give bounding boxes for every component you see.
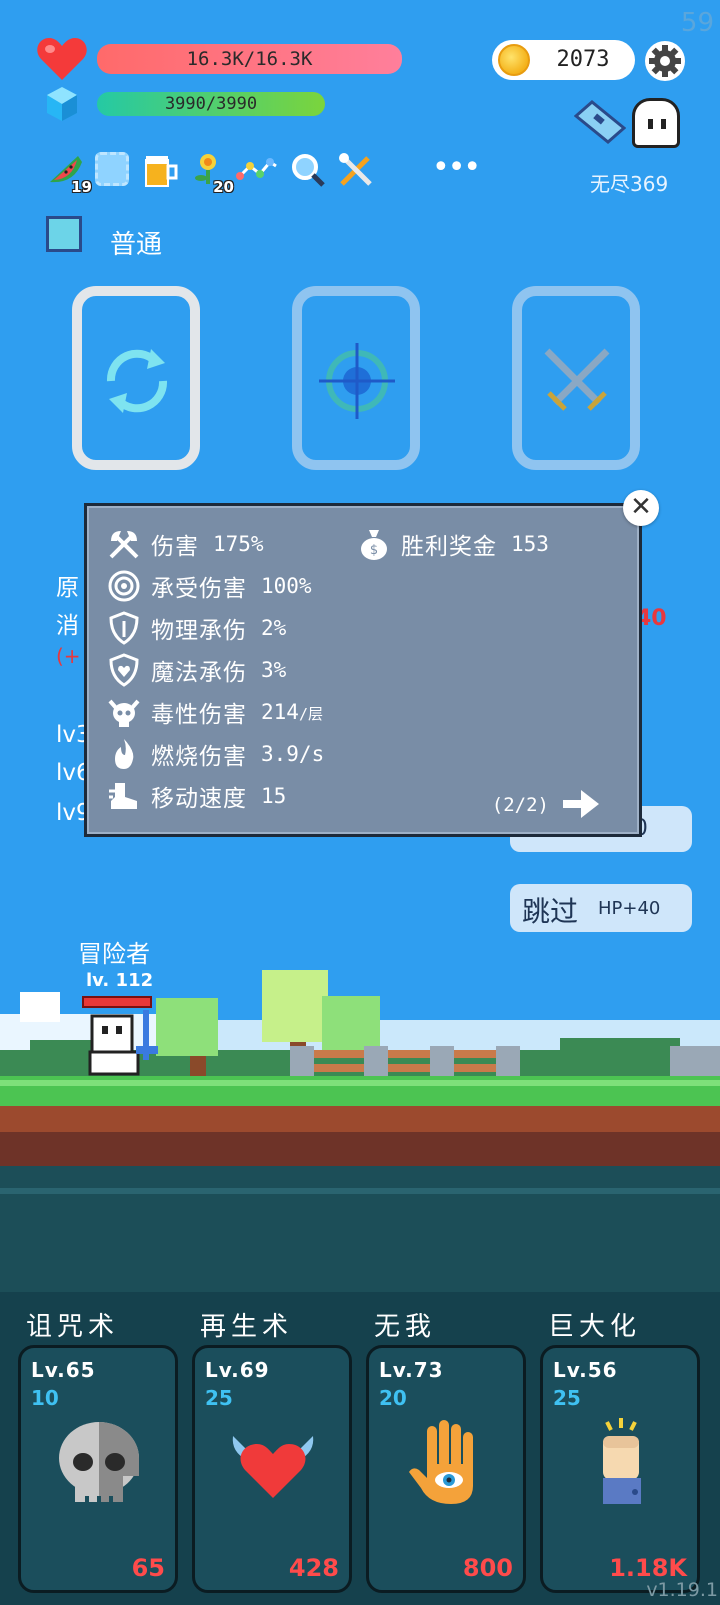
stat-move-speed: 移动速度 15	[107, 778, 286, 814]
coin-icon	[498, 44, 530, 76]
skill-gold-cost: 428	[288, 1554, 339, 1582]
shield-icon	[109, 611, 139, 645]
stats-popup: 伤害 175% 承受伤害 100% 物理承伤 2% 魔法承伤 3% 毒性伤害 2…	[84, 503, 642, 837]
fist-icon	[603, 1418, 641, 1504]
difficulty-icon	[46, 216, 82, 252]
cycle-icon	[106, 349, 168, 413]
axes-icon	[109, 531, 139, 559]
chain-icon[interactable]	[236, 152, 280, 188]
stat-victory-reward: $ 胜利奖金 153	[357, 526, 549, 562]
skill-card-curse[interactable]: Lv.65 10 65	[18, 1345, 178, 1593]
skill-card-regen[interactable]: Lv.69 25 428	[192, 1345, 352, 1593]
svg-text:$: $	[370, 543, 378, 558]
version-label: v1.19.1	[646, 1579, 718, 1601]
stat-burn-damage: 燃烧伤害 3.9/s	[107, 736, 324, 772]
skill-gold-cost: 65	[131, 1554, 165, 1582]
buff-count: 20	[213, 178, 234, 196]
skill-level: Lv.73	[379, 1358, 444, 1382]
crossed-swords-icon	[544, 348, 610, 411]
flower-icon[interactable]: 20	[190, 152, 234, 196]
endless-level-label: 无尽369	[590, 172, 669, 196]
skill-level: Lv.65	[31, 1358, 96, 1382]
buff-count: 19	[71, 178, 92, 196]
winged-heart-icon	[232, 1436, 314, 1498]
target-rings-icon	[108, 570, 140, 602]
skill-level: Lv.56	[553, 1358, 618, 1382]
skill-card-selfless[interactable]: Lv.73 20 800	[366, 1345, 526, 1593]
skill-title: 诅咒术	[26, 1312, 120, 1342]
stat-physical-resist: 物理承伤 2%	[107, 610, 286, 646]
stat-damage-taken: 承受伤害 100%	[107, 568, 312, 604]
skill-mana-cost: 25	[205, 1386, 233, 1410]
gold-counter: 2073	[492, 40, 635, 80]
settings-gear-icon[interactable]	[644, 40, 686, 82]
skill-gold-cost: 1.18K	[609, 1554, 687, 1582]
skill-gold-cost: 800	[462, 1554, 513, 1582]
magnifier-icon[interactable]	[290, 152, 326, 188]
tools-icon[interactable]	[338, 152, 374, 188]
more-buffs-button[interactable]: •••	[432, 150, 481, 185]
skip-button[interactable]: 跳过 HP+40	[510, 884, 692, 932]
skill-mana-cost: 20	[379, 1386, 407, 1410]
mana-gem-icon	[47, 87, 77, 121]
difficulty-label: 普通	[110, 230, 163, 260]
poison-skull-icon	[108, 699, 140, 727]
stat-magic-resist: 魔法承伤 3%	[107, 652, 286, 688]
hero-level: lv. 112	[86, 970, 154, 991]
event-text-line: 原	[56, 575, 79, 601]
event-text-line: 消	[56, 613, 79, 639]
beer-icon[interactable]	[142, 152, 178, 188]
endless-flag-icon[interactable]	[574, 98, 626, 144]
gold-amount: 2073	[556, 47, 610, 72]
mp-bar: 3990/3990	[97, 92, 325, 116]
slot-card-target[interactable]	[282, 276, 432, 488]
boot-icon	[109, 783, 137, 809]
slot-card-cycle[interactable]	[62, 276, 212, 488]
skull-icon	[59, 1422, 139, 1502]
skill-title: 巨大化	[548, 1312, 642, 1342]
fps-counter: 59	[680, 8, 714, 38]
stat-damage: 伤害 175%	[107, 526, 264, 562]
skill-mana-cost: 25	[553, 1386, 581, 1410]
close-popup-button[interactable]: ✕	[623, 490, 659, 526]
skill-level: Lv.69	[205, 1358, 270, 1382]
stat-poison-damage: 毒性伤害 214/层	[107, 694, 323, 730]
ghost-icon[interactable]	[632, 98, 680, 148]
skill-title: 无我	[374, 1312, 437, 1342]
next-page-arrow-icon[interactable]	[561, 786, 601, 822]
hp-bar: 16.3K/16.3K	[97, 44, 402, 74]
target-icon	[319, 343, 395, 419]
empty-slot-icon[interactable]	[95, 152, 131, 188]
skill-mana-cost: 10	[31, 1386, 59, 1410]
fire-icon	[115, 739, 134, 769]
skill-title: 再生术	[200, 1312, 294, 1342]
slot-card-swords[interactable]	[502, 276, 652, 488]
event-text-line: (+	[56, 644, 81, 668]
magic-shield-icon	[109, 653, 139, 687]
heart-icon	[37, 38, 87, 80]
hero-hp-bar	[82, 996, 152, 1008]
money-bag-icon: $	[361, 530, 387, 560]
skill-card-giant[interactable]: Lv.56 25 1.18K	[540, 1345, 700, 1593]
eye-hand-icon	[409, 1420, 473, 1504]
watermelon-icon[interactable]: 19	[48, 152, 92, 196]
page-indicator: (2/2)	[491, 794, 549, 816]
skip-label: 跳过	[522, 895, 579, 928]
skip-bonus: HP+40	[598, 898, 661, 919]
hero-name: 冒险者	[78, 940, 150, 968]
